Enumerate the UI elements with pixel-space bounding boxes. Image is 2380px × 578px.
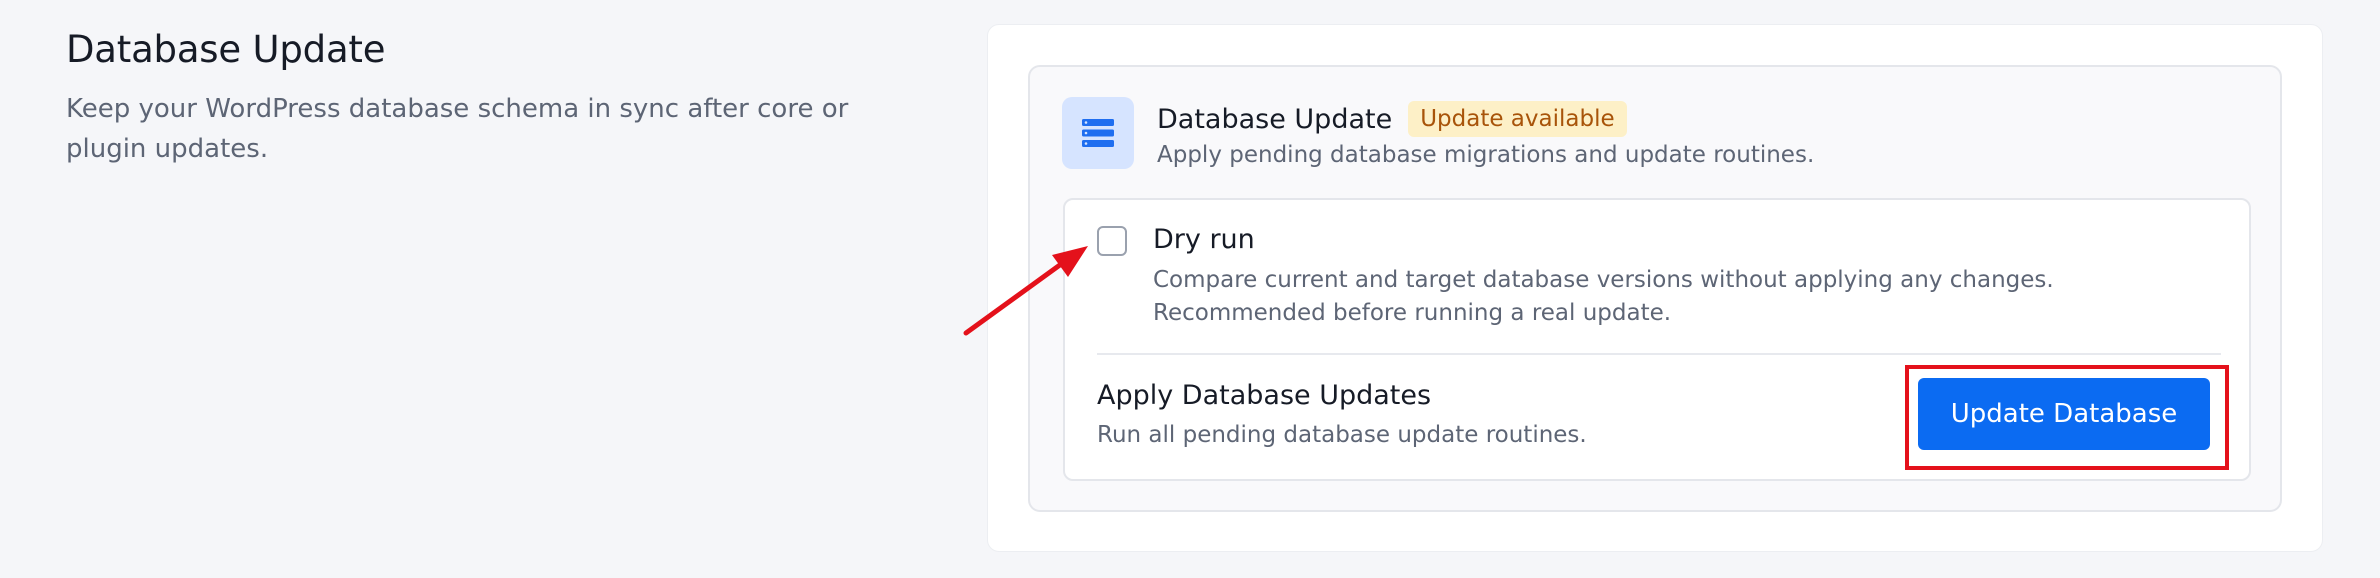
apply-updates-description: Run all pending database update routines… [1097,422,1587,448]
database-update-panel: Database Update Update available Apply p… [1028,65,2282,512]
settings-card: Database Update Update available Apply p… [987,24,2323,552]
settings-page: Database Update Keep your WordPress data… [0,0,2380,578]
dry-run-checkbox[interactable] [1097,226,1127,256]
status-badge: Update available [1408,101,1627,137]
dry-run-label: Dry run [1153,224,1255,255]
divider [1097,353,2221,355]
section-title: Database Update [66,28,386,71]
apply-updates-title: Apply Database Updates [1097,380,1432,411]
panel-title: Database Update [1157,103,1393,135]
database-icon [1062,97,1134,169]
panel-header: Database Update Update available [1157,101,1627,137]
section-description: Keep your WordPress database schema in s… [66,94,849,164]
section-header: Database Update Keep your WordPress data… [66,28,906,169]
update-options-box: Dry run Compare current and target datab… [1063,198,2251,481]
dry-run-description: Compare current and target database vers… [1153,267,2054,326]
panel-subtitle: Apply pending database migrations and up… [1157,142,1815,168]
update-database-button[interactable]: Update Database [1918,378,2210,450]
